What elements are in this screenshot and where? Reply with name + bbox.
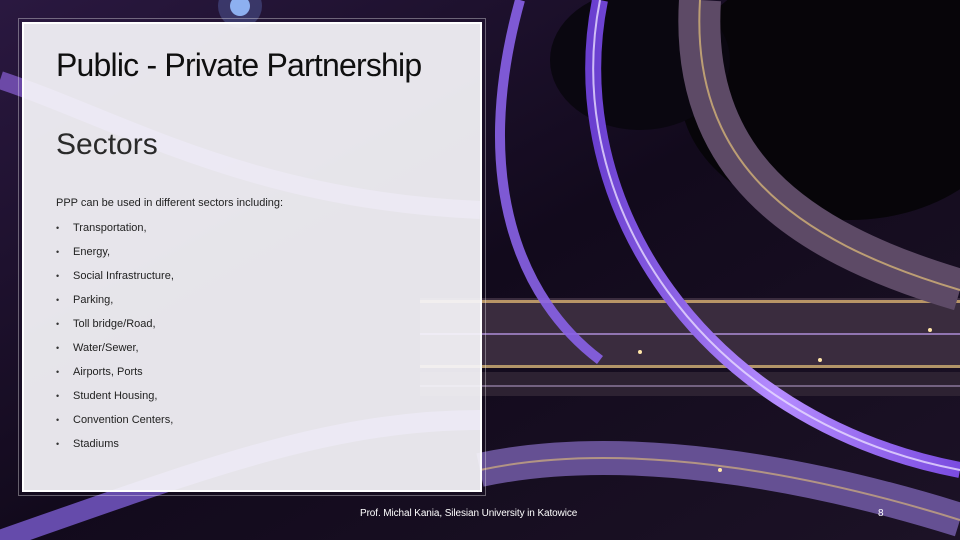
sector-label: Water/Sewer, <box>73 342 139 354</box>
bullet-icon: • <box>56 295 60 305</box>
sector-label: Convention Centers, <box>73 414 174 426</box>
footer-text: Prof. Michal Kania, Silesian University … <box>360 508 578 519</box>
list-item: • Student Housing, <box>56 389 174 413</box>
bullet-icon: • <box>56 247 60 257</box>
bullet-icon: • <box>56 319 60 329</box>
sector-label: Transportation, <box>73 222 147 234</box>
bullet-icon: • <box>56 391 60 401</box>
sector-label: Toll bridge/Road, <box>73 318 156 330</box>
list-item: • Water/Sewer, <box>56 341 174 365</box>
slide: Public - Private Partnership Sectors PPP… <box>0 0 960 540</box>
bullet-icon: • <box>56 343 60 353</box>
sector-label: Energy, <box>73 246 111 258</box>
list-item: • Energy, <box>56 245 174 269</box>
list-item: • Social Infrastructure, <box>56 269 174 293</box>
sector-label: Student Housing, <box>73 390 158 402</box>
list-item: • Parking, <box>56 293 174 317</box>
list-item: • Convention Centers, <box>56 413 174 437</box>
content-panel: Public - Private Partnership Sectors PPP… <box>18 18 486 496</box>
list-item: • Toll bridge/Road, <box>56 317 174 341</box>
page-number: 8 <box>878 508 884 519</box>
bullet-icon: • <box>56 367 60 377</box>
sector-label: Social Infrastructure, <box>73 270 174 282</box>
intro-text: PPP can be used in different sectors inc… <box>56 197 284 209</box>
list-item: • Transportation, <box>56 221 174 245</box>
bullet-icon: • <box>56 415 60 425</box>
bullet-icon: • <box>56 271 60 281</box>
bullet-icon: • <box>56 223 60 233</box>
sector-label: Stadiums <box>73 438 119 450</box>
sector-label: Parking, <box>73 294 114 306</box>
sector-label: Airports, Ports <box>73 366 143 378</box>
slide-title: Public - Private Partnership <box>56 47 422 83</box>
bullet-icon: • <box>56 439 60 449</box>
sector-list: • Transportation, • Energy, • Social Infras… <box>56 221 174 461</box>
list-item: • Stadiums <box>56 437 174 461</box>
slide-subtitle: Sectors <box>56 128 158 161</box>
list-item: • Airports, Ports <box>56 365 174 389</box>
